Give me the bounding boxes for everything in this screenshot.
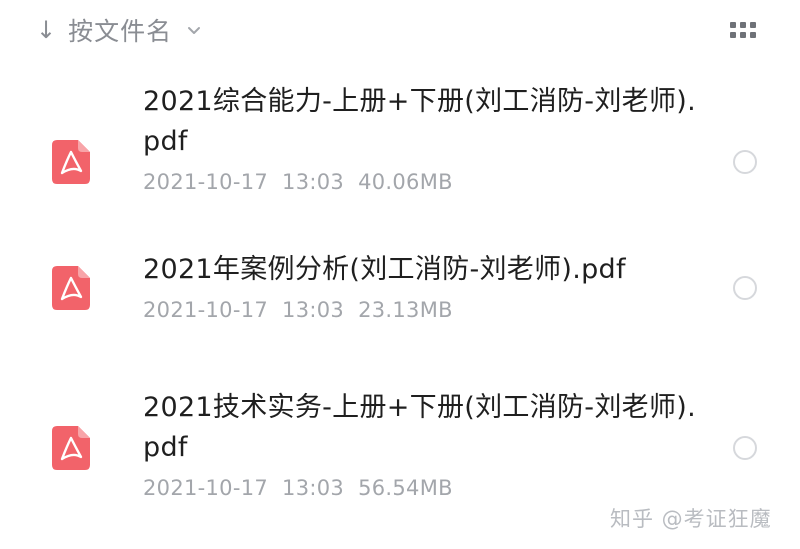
file-row[interactable]: 2021综合能力-上册+下册(刘工消防-刘老师).pdf 2021-10-17 1…: [0, 82, 800, 232]
select-radio[interactable]: [733, 276, 757, 300]
pdf-file-icon: [52, 266, 90, 310]
file-name: 2021年案例分析(刘工消防-刘老师).pdf: [143, 254, 626, 285]
file-row[interactable]: 2021年案例分析(刘工消防-刘老师).pdf 2021-10-17 13:03 2…: [0, 250, 800, 360]
file-time: 13:03: [282, 476, 345, 500]
pdf-file-icon: [52, 140, 90, 184]
file-meta: 2021-10-17 13:03 40.06MB: [143, 170, 703, 194]
file-text: 2021年案例分析(刘工消防-刘老师).pdf 2021-10-17 13:03 2…: [143, 250, 703, 322]
file-date: 2021-10-17: [143, 170, 269, 194]
file-time: 13:03: [282, 298, 345, 322]
select-radio[interactable]: [733, 436, 757, 460]
select-radio[interactable]: [733, 150, 757, 174]
file-name: 2021综合能力-上册+下册(刘工消防-刘老师).pdf: [143, 86, 696, 157]
file-date: 2021-10-17: [143, 298, 269, 322]
file-time: 13:03: [282, 170, 345, 194]
toolbar: ↓ 按文件名: [0, 0, 800, 62]
file-meta: 2021-10-17 13:03 23.13MB: [143, 298, 703, 322]
file-text: 2021综合能力-上册+下册(刘工消防-刘老师).pdf 2021-10-17 1…: [143, 82, 703, 194]
watermark: 知乎 @考证狂魔: [610, 507, 772, 531]
chevron-down-icon: [186, 22, 202, 38]
sort-label: 按文件名: [68, 17, 173, 46]
file-date: 2021-10-17: [143, 476, 269, 500]
sort-by-name-button[interactable]: ↓ 按文件名: [36, 10, 202, 50]
file-name: 2021技术实务-上册+下册(刘工消防-刘老师).pdf: [143, 392, 696, 463]
file-size: 23.13MB: [358, 298, 453, 322]
file-meta: 2021-10-17 13:03 56.54MB: [143, 476, 703, 500]
file-text: 2021技术实务-上册+下册(刘工消防-刘老师).pdf 2021-10-17 1…: [143, 388, 703, 500]
file-size: 56.54MB: [358, 476, 453, 500]
grid-view-icon[interactable]: [730, 20, 756, 42]
file-size: 40.06MB: [358, 170, 453, 194]
pdf-file-icon: [52, 426, 90, 470]
sort-direction-arrow-icon: ↓: [36, 16, 57, 44]
